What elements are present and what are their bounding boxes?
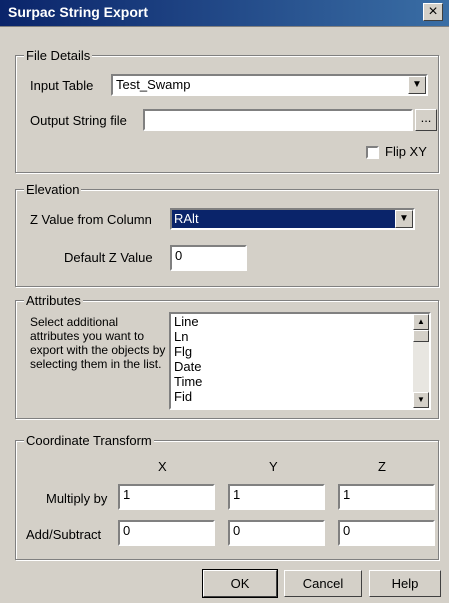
multiply-z-input[interactable]: 1: [338, 484, 435, 510]
output-file-input[interactable]: [143, 109, 413, 131]
cancel-button[interactable]: Cancel: [284, 570, 362, 597]
list-item[interactable]: Flg: [171, 344, 429, 359]
scroll-down-icon[interactable]: ▼: [413, 392, 429, 408]
ok-button[interactable]: OK: [202, 569, 278, 598]
elevation-group: Elevation Z Value from Column RAlt ▼ Def…: [15, 182, 439, 287]
list-item[interactable]: Ln: [171, 329, 429, 344]
multiply-x-input[interactable]: 1: [118, 484, 215, 510]
scroll-up-icon[interactable]: ▲: [413, 314, 429, 330]
list-item[interactable]: Time: [171, 374, 429, 389]
add-y-input[interactable]: 0: [228, 520, 325, 546]
file-details-group: File Details Input Table Test_Swamp ▼ Ou…: [15, 48, 439, 173]
window-title: Surpac String Export: [8, 4, 149, 20]
file-details-title: File Details: [24, 48, 93, 63]
close-icon: ×: [428, 3, 438, 20]
column-z-header: Z: [378, 459, 386, 474]
chevron-down-icon[interactable]: ▼: [395, 210, 413, 228]
attributes-group: Attributes Select additional attributes …: [15, 293, 439, 419]
list-item[interactable]: Fid: [171, 389, 429, 404]
input-table-value: Test_Swamp: [116, 77, 191, 92]
flip-xy-checkbox[interactable]: [366, 146, 379, 159]
title-bar: Surpac String Export ×: [0, 0, 449, 27]
list-item[interactable]: Line: [171, 314, 429, 329]
attributes-description: Select additional attributes you want to…: [30, 315, 166, 371]
close-button[interactable]: ×: [423, 3, 443, 21]
z-column-select[interactable]: RAlt ▼: [170, 208, 415, 230]
add-z-input[interactable]: 0: [338, 520, 435, 546]
input-table-select[interactable]: Test_Swamp ▼: [111, 74, 428, 96]
z-column-label: Z Value from Column: [30, 212, 152, 227]
chevron-down-icon[interactable]: ▼: [408, 76, 426, 94]
input-table-label: Input Table: [30, 78, 94, 93]
elevation-title: Elevation: [24, 182, 82, 197]
coordinate-transform-title: Coordinate Transform: [24, 433, 154, 448]
attributes-list[interactable]: Line Ln Flg Date Time Fid ▲ ▼: [169, 312, 431, 410]
multiply-y-input[interactable]: 1: [228, 484, 325, 510]
column-x-header: X: [158, 459, 167, 474]
z-column-value: RAlt: [172, 210, 413, 228]
help-button[interactable]: Help: [369, 570, 441, 597]
default-z-label: Default Z Value: [64, 250, 153, 265]
flip-xy-label: Flip XY: [385, 144, 427, 159]
add-x-input[interactable]: 0: [118, 520, 215, 546]
scroll-thumb[interactable]: [413, 330, 429, 342]
list-item[interactable]: Date: [171, 359, 429, 374]
browse-button[interactable]: ...: [415, 109, 437, 131]
default-z-input[interactable]: 0: [170, 245, 247, 271]
multiply-label: Multiply by: [46, 491, 108, 506]
attributes-scrollbar[interactable]: ▲ ▼: [413, 314, 429, 408]
add-subtract-label: Add/Subtract: [26, 527, 102, 542]
attributes-title: Attributes: [24, 293, 83, 308]
output-file-label: Output String file: [30, 113, 127, 128]
column-y-header: Y: [269, 459, 278, 474]
coordinate-transform-group: Coordinate Transform X Y Z Multiply by 1…: [15, 433, 439, 560]
